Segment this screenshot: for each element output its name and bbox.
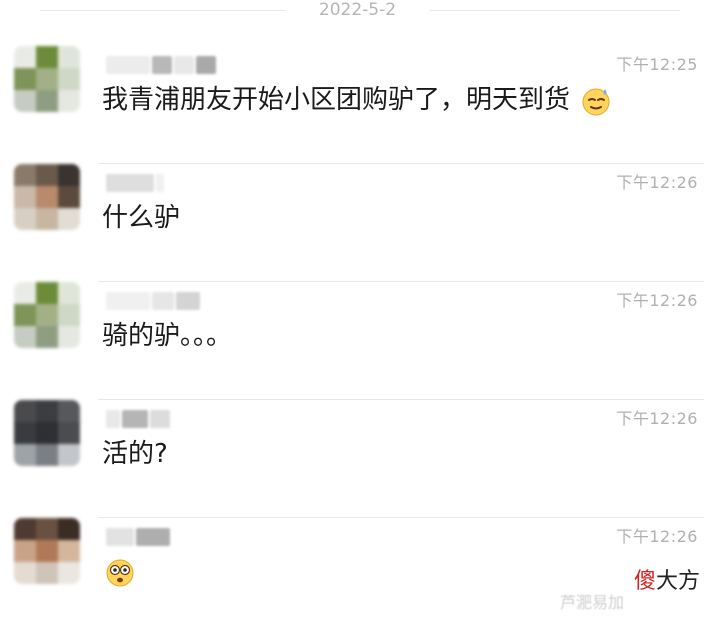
- sender-name-blurred: [106, 56, 216, 76]
- sender-name-blurred: [106, 528, 170, 548]
- date-separator-line-right: [430, 10, 680, 11]
- date-separator-text: 2022-5-2: [318, 0, 397, 20]
- message-text[interactable]: 活的?: [102, 436, 168, 472]
- message-item[interactable]: 下午12:26 什么驴: [0, 164, 720, 282]
- message-item[interactable]: 下午12:25 我青浦朋友开始小区团购驴了，明天到货: [0, 46, 720, 164]
- watermark-brand: 傻大方: [634, 569, 700, 595]
- message-time: 下午12:26: [616, 527, 698, 546]
- sender-name-blurred: [106, 292, 200, 312]
- sender-name-blurred: [106, 410, 170, 430]
- avatar[interactable]: [14, 518, 80, 584]
- avatar[interactable]: [14, 46, 80, 112]
- message-text[interactable]: 我青浦朋友开始小区团购驴了，明天到货: [102, 82, 612, 118]
- message-item[interactable]: 下午12:26 骑的驴。。。: [0, 282, 720, 400]
- sweat-smile-emoji-icon: [582, 88, 610, 115]
- watermark-brand-part1: 傻: [633, 569, 656, 594]
- date-separator: 2022-5-2: [0, 0, 720, 22]
- avatar[interactable]: [14, 400, 80, 466]
- message-time: 下午12:26: [616, 409, 698, 428]
- watermark-brand-part2: 大方: [655, 569, 700, 594]
- message-text-content: 我青浦朋友开始小区团购驴了，明天到货: [102, 85, 571, 115]
- message-text[interactable]: 什么驴: [102, 200, 180, 236]
- avatar[interactable]: [14, 282, 80, 348]
- watermark-gray-text: 芦淝易加: [560, 593, 625, 612]
- message-time: 下午12:26: [616, 173, 698, 192]
- message-time: 下午12:25: [616, 55, 698, 74]
- message-time: 下午12:26: [616, 291, 698, 310]
- watermark: 芦淝易加 傻大方: [560, 569, 710, 613]
- message-text[interactable]: 骑的驴。。。: [102, 318, 232, 354]
- message-item[interactable]: 下午12:26 活的?: [0, 400, 720, 518]
- sender-name-blurred: [106, 174, 164, 194]
- date-separator-line-left: [40, 10, 285, 11]
- message-text[interactable]: [102, 554, 136, 590]
- shocked-face-emoji-icon: [106, 559, 134, 586]
- avatar[interactable]: [14, 164, 80, 230]
- chat-screen: 2022-5-2 下午12:25 我青浦朋友开始小区团购驴了，明天到货 下午12…: [0, 0, 720, 627]
